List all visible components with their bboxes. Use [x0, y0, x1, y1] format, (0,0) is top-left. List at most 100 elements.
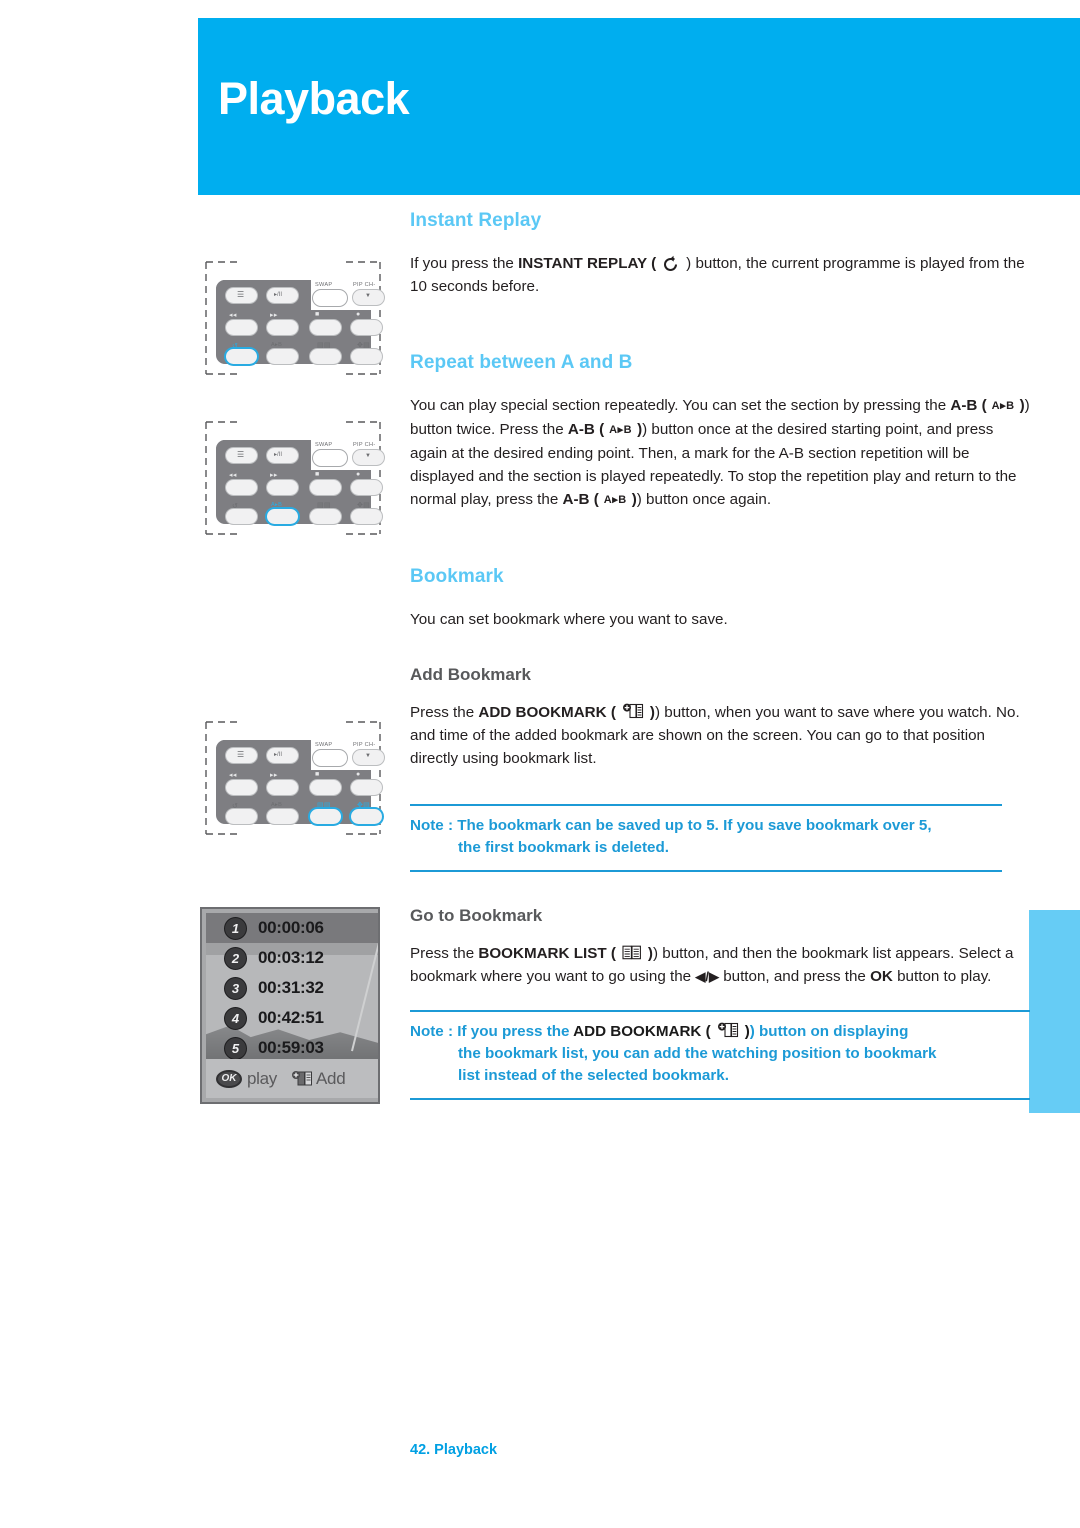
rewind-icon: ◂◂	[229, 472, 237, 479]
menu-icon: ☰	[237, 750, 245, 759]
fast-forward-icon: ▸▸	[270, 472, 278, 479]
stop-icon: ■	[315, 471, 320, 478]
fast-forward-icon: ▸▸	[270, 772, 278, 779]
page-header-banner: Playback	[198, 18, 1080, 195]
left-right-arrows-icon: ◀/▶	[695, 969, 719, 984]
paragraph-instant-replay: If you press the INSTANT REPLAY () butto…	[410, 252, 1030, 298]
stop-icon: ■	[315, 771, 320, 778]
info-button[interactable]	[266, 479, 299, 496]
delete-button[interactable]	[309, 479, 342, 496]
remote-body: ☰ ▸/II SWAP PIP CH- ▼ ◂◂ ▸▸ ■ ● ↺ A▸B ▤▤…	[216, 440, 385, 525]
add-bookmark-icon	[717, 1022, 738, 1038]
ok-button-icon[interactable]: OK	[216, 1069, 242, 1088]
info-button[interactable]	[266, 319, 299, 336]
bookmark-list-screenshot: 1 00:00:06 2 00:03:12 3 00:31:32 4 00:42…	[200, 907, 380, 1104]
swap-label: SWAP	[315, 282, 333, 288]
instant-replay-button[interactable]	[225, 508, 258, 525]
menu-icon: ☰	[237, 450, 245, 459]
a-b-icon: A▸B	[609, 424, 633, 436]
page-footer: 42. Playback	[410, 1442, 498, 1458]
a-b-button[interactable]	[266, 808, 299, 825]
ab-bold-1: A-B (	[950, 397, 987, 414]
add-bookmark-button[interactable]	[350, 508, 383, 525]
play-pause-button[interactable]	[266, 747, 299, 764]
chevron-down-icon: ▼	[365, 453, 371, 459]
remote-body: ☰ ▸/II SWAP PIP CH- ▼ ◂◂ ▸▸ ■ ● ↺ A▸B ▤▤…	[216, 280, 385, 365]
bookmark-time: 00:03:12	[258, 948, 324, 967]
angle-button[interactable]	[225, 479, 258, 496]
play-pause-icon: ▸/II	[274, 292, 283, 298]
record-icon: ●	[356, 471, 361, 478]
bookmark-row[interactable]: 2 00:03:12	[206, 943, 378, 973]
chevron-down-icon: ▼	[365, 753, 371, 759]
side-tab-marker	[1029, 910, 1080, 1113]
bookmark-row[interactable]: 4 00:42:51	[206, 1003, 378, 1033]
note-add-bookmark-on-list: Note : If you press the ADD BOOKMARK ())…	[410, 1010, 1030, 1100]
bookmark-row[interactable]: 1 00:00:06	[206, 913, 378, 943]
rewind-icon: ◂◂	[229, 772, 237, 779]
add-bookmark-button[interactable]	[350, 808, 383, 825]
bookmark-list-button[interactable]	[309, 508, 342, 525]
addbm-text-1: Press the	[410, 704, 479, 721]
bookmark-number: 1	[224, 916, 247, 940]
play-pause-button[interactable]	[266, 447, 299, 464]
note2-bold-label: ADD BOOKMARK (	[573, 1023, 711, 1040]
help-button[interactable]	[350, 319, 383, 336]
bookmark-list-button[interactable]	[309, 348, 342, 365]
menu-icon: ☰	[237, 290, 245, 299]
bookmark-number: 5	[224, 1036, 247, 1060]
heading-instant-replay: Instant Replay	[410, 210, 542, 231]
stop-icon: ■	[315, 311, 320, 318]
ir-bold-label: INSTANT REPLAY (	[518, 255, 657, 272]
swap-button[interactable]	[312, 749, 348, 767]
remote-diagram-a-b: ☰ ▸/II SWAP PIP CH- ▼ ◂◂ ▸▸ ■ ● ↺ A▸B ▤▤…	[200, 418, 386, 538]
addbm-bold: ADD BOOKMARK (	[478, 704, 616, 721]
note-bookmark-limit: Note : The bookmark can be saved up to 5…	[410, 804, 1002, 872]
ab-text-1: You can play special section repeatedly.…	[410, 397, 951, 414]
play-pause-button[interactable]	[266, 287, 299, 304]
heading-repeat-ab: Repeat between A and B	[410, 352, 633, 373]
play-pause-icon: ▸/II	[274, 452, 283, 458]
instant-replay-button[interactable]	[225, 808, 258, 825]
add-bookmark-button[interactable]	[350, 348, 383, 365]
angle-button[interactable]	[225, 779, 258, 796]
add-bookmark-icon	[292, 1070, 312, 1085]
instant-replay-button[interactable]	[225, 348, 258, 365]
note2-line3: list instead of the selected bookmark.	[458, 1067, 729, 1084]
fast-forward-icon: ▸▸	[270, 312, 278, 319]
note2-line1-c: ) button on displaying	[749, 1023, 909, 1040]
play-action-label: play	[247, 1068, 277, 1088]
bookmark-row[interactable]: 3 00:31:32	[206, 973, 378, 1003]
help-button[interactable]	[350, 479, 383, 496]
gotobm-text-6: button to play.	[892, 968, 992, 985]
ab-bold-3: A-B (	[562, 491, 599, 508]
pip-label: PIP CH-	[353, 442, 376, 448]
ok-button-label: OK	[870, 968, 893, 985]
note2-line1-a: Note : If you press the	[410, 1023, 574, 1040]
instant-replay-icon	[664, 255, 678, 271]
help-button[interactable]	[350, 779, 383, 796]
info-button[interactable]	[266, 779, 299, 796]
paragraph-add-bookmark: Press the ADD BOOKMARK ()) button, when …	[410, 701, 1030, 770]
bookmark-list-button[interactable]	[309, 808, 342, 825]
rewind-icon: ◂◂	[229, 312, 237, 319]
record-icon: ●	[356, 771, 361, 778]
a-b-button[interactable]	[266, 508, 299, 525]
pip-label: PIP CH-	[353, 282, 376, 288]
swap-button[interactable]	[312, 449, 348, 467]
swap-button[interactable]	[312, 289, 348, 307]
delete-button[interactable]	[309, 319, 342, 336]
angle-button[interactable]	[225, 319, 258, 336]
delete-button[interactable]	[309, 779, 342, 796]
remote-diagram-instant-replay: ☰ ▸/II SWAP PIP CH- ▼ ◂◂ ▸▸ ■ ● ↺ A▸B ▤▤…	[200, 258, 386, 378]
swap-label: SWAP	[315, 442, 333, 448]
bookmark-time: 00:31:32	[258, 978, 324, 997]
remote-body: ☰ ▸/II SWAP PIP CH- ▼ ◂◂ ▸▸ ■ ● ↺ A▸B ▤▤…	[216, 740, 385, 825]
add-action-label: Add	[316, 1068, 346, 1088]
ab-text-7: ) button once again.	[636, 491, 772, 508]
record-icon: ●	[356, 311, 361, 318]
bookmark-time: 00:59:03	[258, 1038, 324, 1057]
a-b-button[interactable]	[266, 348, 299, 365]
heading-go-to-bookmark: Go to Bookmark	[410, 906, 543, 925]
bookmark-list-icon	[622, 945, 641, 960]
